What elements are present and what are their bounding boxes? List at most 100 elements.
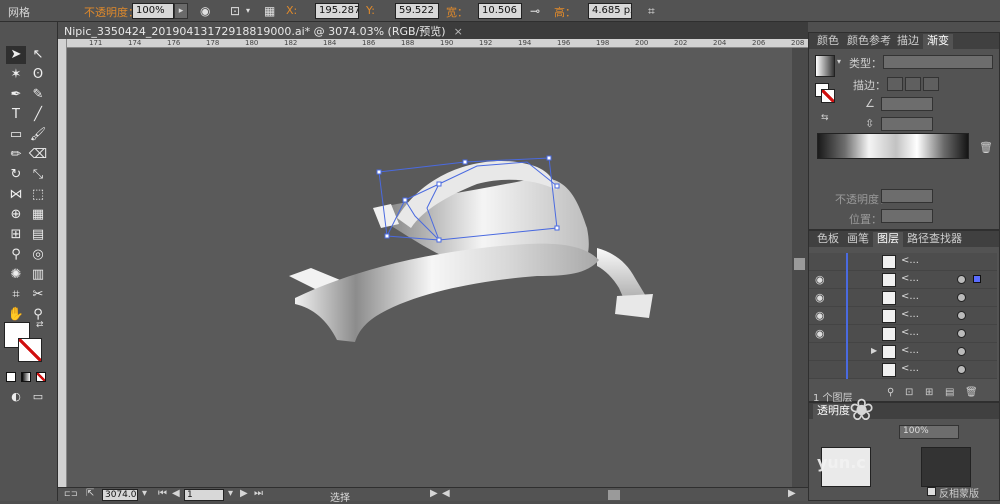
stroke-swatch[interactable] — [18, 338, 42, 362]
none-mode-icon[interactable] — [36, 372, 46, 382]
document-tab[interactable]: Nipic_3350424_20190413172918819000.ai* @… — [58, 22, 463, 39]
transparency-opacity-field[interactable]: 100% — [899, 425, 959, 439]
zoom-dropdown-icon[interactable]: ▾ — [142, 488, 147, 499]
layer-row[interactable]: ▶ <... — [809, 343, 997, 361]
curvature-tool-icon[interactable]: ✎ — [28, 86, 48, 104]
chevron-down-icon[interactable]: ▾ — [246, 4, 250, 18]
rectangle-tool-icon[interactable]: ▭ — [6, 126, 26, 144]
reverse-icon[interactable]: ⇆ — [821, 113, 829, 123]
layer-row[interactable]: <... — [809, 253, 997, 271]
gradient-slider[interactable] — [817, 133, 969, 159]
draw-mode-icon[interactable]: ◐ — [6, 388, 26, 406]
new-sublayer-icon[interactable]: ⊞ — [925, 387, 933, 398]
line-tool-icon[interactable]: ╱ — [28, 106, 48, 124]
link-icon[interactable]: ⊸ — [530, 4, 540, 18]
pencil-tool-icon[interactable]: ✏ — [6, 146, 26, 164]
width-field[interactable]: 10.506 px — [478, 3, 522, 19]
tab-stroke[interactable]: 描边 — [893, 34, 923, 49]
paintbrush-tool-icon[interactable]: 🖌 — [28, 126, 48, 144]
artwork[interactable] — [67, 48, 792, 487]
transform-icon[interactable]: ⌗ — [648, 4, 655, 18]
gradient-preview[interactable] — [815, 55, 835, 77]
stop-position-field[interactable] — [881, 209, 933, 223]
layer-row[interactable]: <... — [809, 361, 997, 379]
stop-opacity-field[interactable] — [881, 189, 933, 203]
height-field[interactable]: 4.685 px — [588, 3, 632, 19]
right-tab-shape[interactable] — [615, 294, 653, 318]
mesh-tool-icon[interactable]: ⊞ — [6, 226, 26, 244]
vertical-scrollbar[interactable] — [792, 48, 808, 487]
x-field[interactable]: 195.287 ] — [315, 3, 359, 19]
delete-stop-icon[interactable]: 🗑 — [979, 141, 993, 154]
eraser-tool-icon[interactable]: ⌫ — [28, 146, 48, 164]
eye-icon[interactable]: ◉ — [815, 291, 825, 304]
target-icon[interactable] — [957, 347, 966, 356]
eye-icon[interactable]: ◉ — [815, 273, 825, 286]
symbol-sprayer-tool-icon[interactable]: ✺ — [6, 266, 26, 284]
locate-icon[interactable]: ⚲ — [887, 387, 894, 398]
h-scroll-thumb[interactable] — [608, 490, 620, 500]
delete-layer-icon[interactable]: 🗑 — [965, 387, 978, 398]
target-icon[interactable] — [957, 275, 966, 284]
width-tool-icon[interactable]: ⋈ — [6, 186, 26, 204]
tab-layers[interactable]: 图层 — [873, 232, 903, 247]
new-layer-icon[interactable]: ▤ — [945, 387, 954, 398]
zoom-field[interactable]: 3074.0 — [102, 489, 138, 501]
artboard-tool-icon[interactable]: ⌗ — [6, 286, 26, 304]
free-transform-tool-icon[interactable]: ⬚ — [28, 186, 48, 204]
blend-tool-icon[interactable]: ◎ — [28, 246, 48, 264]
target-icon[interactable] — [957, 311, 966, 320]
eyedropper-tool-icon[interactable]: ⚲ — [6, 246, 26, 264]
lasso-tool-icon[interactable]: ʘ — [28, 66, 48, 84]
tab-swatches[interactable]: 色板 — [813, 232, 843, 247]
type-select[interactable] — [883, 55, 993, 69]
perspective-grid-tool-icon[interactable]: ▦ — [28, 206, 48, 224]
opacity-dropdown[interactable]: ▸ — [174, 3, 188, 19]
target-icon[interactable] — [957, 365, 966, 374]
stroke-indicator[interactable] — [821, 89, 835, 103]
scale-tool-icon[interactable]: ⤡ — [28, 166, 48, 184]
pen-tool-icon[interactable]: ✒ — [6, 86, 26, 104]
layer-row[interactable]: ◉ <... — [809, 307, 997, 325]
rotate-tool-icon[interactable]: ↻ — [6, 166, 26, 184]
next-artboard-icon[interactable]: ▶ — [240, 488, 248, 499]
selection-indicator[interactable] — [973, 275, 981, 283]
align-icon[interactable]: ⊡ — [230, 4, 240, 18]
prev-artboard-icon[interactable]: ◀ — [172, 488, 180, 499]
layer-row[interactable]: ◉ <... — [809, 289, 997, 307]
aspect-field[interactable] — [881, 117, 933, 131]
invert-mask-checkbox[interactable] — [927, 487, 936, 496]
last-artboard-icon[interactable]: ⏭ — [254, 488, 263, 499]
tab-pathfinder[interactable]: 路径查找器 — [903, 232, 966, 247]
first-artboard-icon[interactable]: ⏮ — [158, 488, 167, 499]
angle-field[interactable] — [881, 97, 933, 111]
swap-icon[interactable]: ⇄ — [36, 320, 44, 330]
artboard-field[interactable]: 1 — [184, 489, 224, 501]
stroke-option-2[interactable] — [905, 77, 921, 91]
gradient-tool-icon[interactable]: ▤ — [28, 226, 48, 244]
eye-icon[interactable]: ◉ — [815, 309, 825, 322]
expand-icon[interactable]: ▶ — [871, 346, 877, 355]
direct-selection-tool-icon[interactable]: ↖ — [28, 46, 48, 64]
graph-tool-icon[interactable]: ▥ — [28, 266, 48, 284]
clip-icon[interactable]: ⊡ — [905, 387, 913, 398]
slice-tool-icon[interactable]: ✂ — [28, 286, 48, 304]
scroll-right-icon[interactable]: ▶ — [788, 488, 796, 499]
artboard-canvas[interactable] — [67, 48, 792, 487]
eye-icon[interactable]: ◉ — [815, 327, 825, 340]
lower-band-shape[interactable] — [295, 243, 599, 342]
artboard-dropdown-icon[interactable]: ▾ — [228, 488, 233, 499]
scroll-left-icon[interactable]: ◀ — [442, 488, 450, 499]
magic-wand-tool-icon[interactable]: ✶ — [6, 66, 26, 84]
shape-builder-tool-icon[interactable]: ⊕ — [6, 206, 26, 224]
layer-row[interactable]: ◉ <... — [809, 325, 997, 343]
y-field[interactable]: 59.522 px — [395, 3, 439, 19]
opacity-field[interactable]: 100% — [132, 3, 174, 19]
close-icon[interactable]: × — [454, 25, 463, 38]
type-tool-icon[interactable]: T — [6, 106, 26, 124]
status-menu-icon[interactable]: ▶ — [430, 488, 438, 499]
export-icon[interactable]: ⇱ — [86, 488, 94, 499]
tab-gradient[interactable]: 渐变 — [923, 34, 953, 49]
screen-mode-icon[interactable]: ▭ — [28, 388, 48, 406]
target-icon[interactable] — [957, 329, 966, 338]
